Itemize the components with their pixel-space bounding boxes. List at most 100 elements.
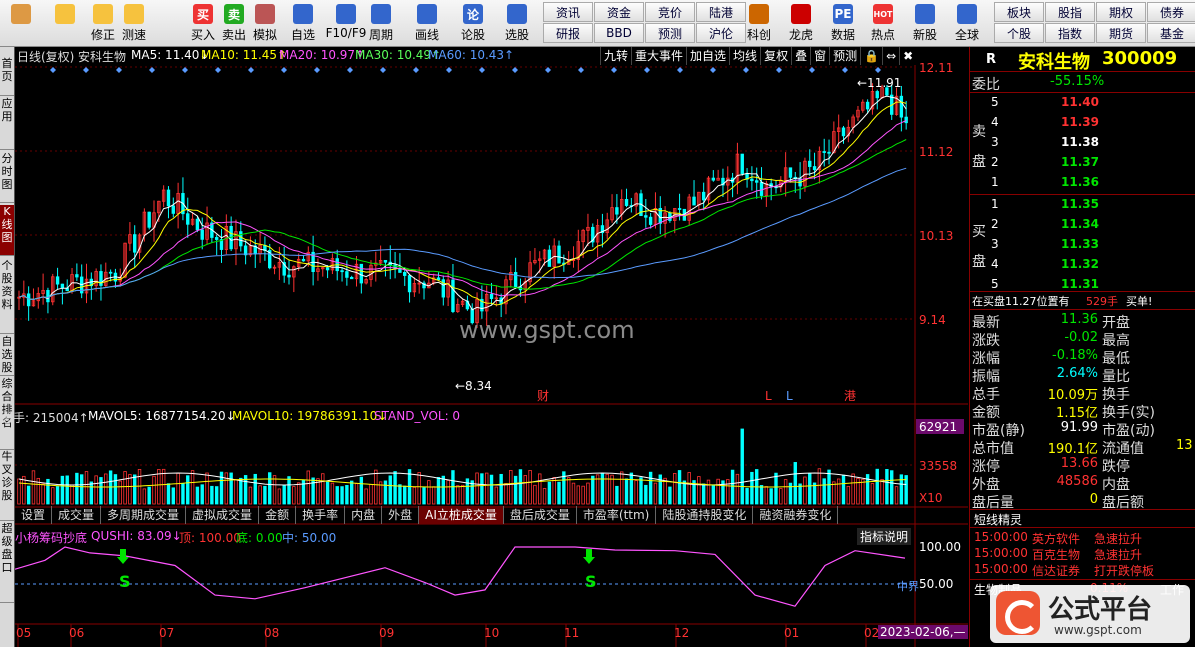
volume-bar (258, 485, 262, 505)
toolbar-dragon-button[interactable]: 龙虎 (786, 2, 816, 44)
toolbar-grid-button[interactable]: 指数 (1045, 23, 1095, 43)
stat-value: 48586 (1056, 474, 1098, 489)
indicator-tab[interactable]: 盘后成交量 (504, 506, 577, 524)
toolbar-grid-button[interactable]: 研报 (543, 23, 593, 43)
left-nav-item[interactable]: 首页 (0, 57, 14, 96)
indicator-tab[interactable]: 换手率 (296, 506, 346, 524)
volume-bar (427, 480, 431, 505)
chart-tool-button[interactable]: 窗 (810, 47, 829, 65)
indicator-tab[interactable]: 成交量 (52, 506, 102, 524)
toolbar-speed-button[interactable]: 测速 (119, 2, 149, 44)
toolbar-globe-button[interactable]: 全球 (952, 2, 982, 44)
toolbar-grid-button[interactable]: 债券 (1147, 2, 1195, 22)
star-icon (293, 4, 313, 24)
toolbar-up-arrow-button[interactable]: 修正 (88, 2, 118, 44)
toolbar-grid-button[interactable]: BBD (594, 23, 644, 43)
toolbar-back-arrow-button[interactable] (50, 2, 80, 44)
buy-price[interactable]: 11.31 (1061, 277, 1099, 291)
event-marker (842, 67, 848, 73)
indicator-tab[interactable]: 多周期成交量 (101, 506, 187, 524)
toolbar-gavel-button[interactable]: 模拟 (250, 2, 280, 44)
indicator-tab[interactable]: 虚拟成交量 (186, 506, 260, 524)
left-nav-item[interactable]: K线图 (0, 205, 14, 256)
indicator-tab[interactable]: 设置 (15, 506, 53, 524)
toolbar-chart-button[interactable]: 科创 (744, 2, 774, 44)
buy-price[interactable]: 11.33 (1061, 237, 1099, 251)
chart-tool-button[interactable]: 重大事件 (631, 47, 686, 65)
chart-area[interactable]: 12.11 11.12 10.13 9.14 ←11.91 ←8.34 财 L L 港 62921 3… (1, 47, 968, 647)
left-nav-item[interactable]: 自选股 (0, 335, 14, 376)
toolbar-hot-button[interactable]: HOT 热点 (868, 2, 898, 44)
left-nav-item[interactable]: 应用 (0, 97, 14, 150)
toolbar-f10-button[interactable]: F10/F9 (326, 2, 366, 44)
toolbar-grid-button[interactable]: 预测 (645, 23, 695, 43)
volume-bar (369, 484, 373, 505)
volume-bar (509, 469, 513, 505)
indicator-tab[interactable]: 融资融券变化 (753, 506, 839, 524)
chart-tool-button[interactable]: ✖ (899, 47, 916, 65)
toolbar-grid-button[interactable] (6, 2, 36, 44)
order-alert-tail: 买单! (1126, 295, 1153, 308)
toolbar-grid-button[interactable]: 板块 (994, 2, 1044, 22)
buy-price[interactable]: 11.35 (1061, 197, 1099, 211)
mavol5-label: MAVOL5: 16877154.20↓ (88, 409, 236, 423)
chart-tool-button[interactable]: 均线 (729, 47, 760, 65)
toolbar-grid-button[interactable]: 资金 (594, 2, 644, 22)
toolbar-select-button[interactable]: 选股 (502, 2, 532, 44)
short-stock[interactable]: 英方软件 (1032, 530, 1080, 547)
toolbar-sell-button[interactable]: 卖卖出 (219, 2, 249, 44)
indicator-tab[interactable]: 内盘 (345, 506, 383, 524)
volume-bar (793, 462, 797, 505)
sell-price[interactable]: 11.40 (1061, 95, 1099, 109)
toolbar-pen-button[interactable]: 画线 (412, 2, 442, 44)
toolbar-grid-button[interactable]: 基金 (1147, 23, 1195, 43)
chart-tool-button[interactable]: 叠 (791, 47, 810, 65)
sell-price[interactable]: 11.37 (1061, 155, 1099, 169)
toolbar-grid-button[interactable]: 竞价 (645, 2, 695, 22)
indicator-tab[interactable]: AI立桩成交量 (419, 506, 504, 524)
chart-tool-button[interactable]: 九转 (600, 47, 631, 65)
ma-line-10 (18, 101, 907, 306)
sell-price[interactable]: 11.38 (1061, 135, 1099, 149)
left-nav-item[interactable]: 分时图 (0, 152, 14, 203)
toolbar-pe-button[interactable]: PE 数据 (828, 2, 858, 44)
volume-bar (147, 486, 151, 505)
toolbar-grid-button[interactable]: 资讯 (543, 2, 593, 22)
logo-icon (996, 591, 1040, 635)
sell-price[interactable]: 11.36 (1061, 175, 1099, 189)
chart-tool-button[interactable]: 预测 (829, 47, 860, 65)
left-nav-item[interactable]: 超级盘口 (0, 522, 14, 603)
chart-tool-button[interactable]: ⇔ (882, 47, 899, 65)
left-nav-item[interactable]: 牛叉诊股 (0, 450, 14, 521)
indicator-tab[interactable]: 陆股通持股变化 (656, 506, 754, 524)
buy-signal-arrow-icon (583, 549, 595, 564)
kline-chart-svg[interactable]: 12.11 11.12 10.13 9.14 ←11.91 ←8.34 财 L L 港 62921 3… (15, 47, 968, 647)
toolbar-grid-button[interactable]: 陆港 (696, 2, 746, 22)
toolbar-discuss-button[interactable]: 论论股 (458, 2, 488, 44)
buy-price[interactable]: 11.32 (1061, 257, 1099, 271)
toolbar-clock-button[interactable]: 周期 (366, 2, 396, 44)
short-stock[interactable]: 信达证券 (1032, 562, 1080, 579)
short-stock[interactable]: 百克生物 (1032, 546, 1080, 563)
volume-bar (224, 472, 229, 505)
indicator-explain-button[interactable]: 指标说明 (857, 528, 912, 545)
toolbar-grid-button[interactable]: 个股 (994, 23, 1044, 43)
toolbar-grid-button[interactable]: 沪伦 (696, 23, 746, 43)
chart-tool-button[interactable]: 🔒 (860, 47, 882, 65)
toolbar-buy-button[interactable]: 买买入 (188, 2, 218, 44)
toolbar-star-button[interactable]: 自选 (288, 2, 318, 44)
indicator-tab[interactable]: 金额 (259, 506, 297, 524)
toolbar-grid-button[interactable]: 期货 (1096, 23, 1146, 43)
buy-price[interactable]: 11.34 (1061, 217, 1099, 231)
sell-price[interactable]: 11.39 (1061, 115, 1099, 129)
volume-bar (436, 477, 441, 505)
toolbar-new-stock-button[interactable]: 新股 (910, 2, 940, 44)
candle-body (147, 211, 151, 228)
chart-tool-button[interactable]: 复权 (760, 47, 791, 65)
toolbar-grid-button[interactable]: 股指 (1045, 2, 1095, 22)
indicator-tab[interactable]: 市盈率(ttm) (577, 506, 657, 524)
chart-tool-button[interactable]: 加自选 (686, 47, 729, 65)
indicator-tab[interactable]: 外盘 (382, 506, 420, 524)
left-nav-item[interactable]: 个股资料 (0, 259, 14, 334)
toolbar-grid-button[interactable]: 期权 (1096, 2, 1146, 22)
